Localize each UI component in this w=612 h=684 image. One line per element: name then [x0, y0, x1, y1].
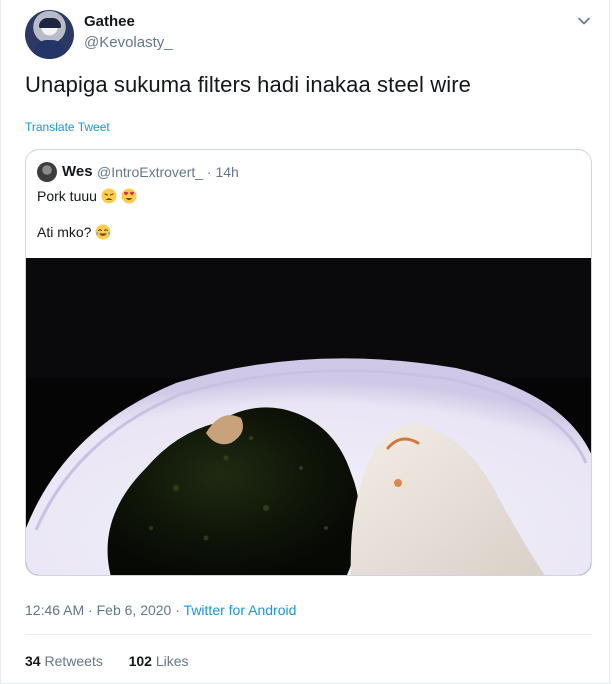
tweet-text: Unapiga sukuma filters hadi inakaa steel…: [25, 72, 471, 97]
quoted-time: 14h: [215, 164, 239, 180]
avatar-body-shape: [33, 40, 66, 59]
tweet-time[interactable]: 12:46 AM: [25, 602, 84, 618]
retweets-label: Retweets: [44, 653, 103, 669]
tweet-timestamp: 12:46 AM · Feb 6, 2020 · Twitter for And…: [25, 602, 296, 618]
likes-stat[interactable]: 102 Likes: [129, 653, 189, 669]
likes-label: Likes: [155, 653, 189, 669]
meta-separator: ·: [88, 602, 93, 618]
tweet-source-link[interactable]: Twitter for Android: [184, 602, 297, 618]
translate-tweet-link[interactable]: Translate Tweet: [25, 120, 110, 134]
author-handle[interactable]: @Kevolasty_: [84, 34, 173, 51]
tweet-card: Gathee @Kevolasty_ Unapiga sukuma filter…: [0, 0, 612, 684]
quoted-author-meta: @IntroExtrovert_ · 14h: [97, 164, 239, 180]
quoted-text-1: Pork tuuu: [37, 188, 97, 204]
divider: [25, 634, 592, 635]
tweet-date[interactable]: Feb 6, 2020: [97, 602, 172, 618]
quoted-author-name: Wes: [62, 163, 93, 180]
quoted-text-line-1: Pork tuuu: [37, 188, 137, 204]
tweet-stats: 34 Retweets 102 Likes: [25, 653, 189, 669]
quoted-photo[interactable]: [26, 258, 592, 576]
likes-count: 102: [128, 653, 152, 669]
quoted-tweet[interactable]: Wes @IntroExtrovert_ · 14h Pork tuuu Ati…: [25, 149, 592, 576]
heart-eyes-emoji-icon: [121, 188, 137, 204]
quoted-text-2: Ati mko?: [37, 224, 92, 240]
author-name[interactable]: Gathee: [84, 13, 135, 30]
quoted-text-line-2: Ati mko?: [37, 224, 111, 240]
author-avatar[interactable]: [25, 10, 74, 59]
weary-face-emoji-icon: [101, 188, 117, 204]
quoted-author-avatar: [37, 162, 57, 182]
meta-separator: ·: [206, 164, 212, 180]
retweets-stat[interactable]: 34 Retweets: [25, 653, 103, 669]
retweets-count: 34: [25, 653, 41, 669]
meta-separator: ·: [175, 602, 180, 618]
tears-of-joy-emoji-icon: [95, 224, 111, 240]
quoted-author-handle: @IntroExtrovert_: [97, 164, 204, 180]
chevron-down-icon[interactable]: [577, 14, 591, 28]
avatar-cap-shape: [39, 18, 61, 28]
